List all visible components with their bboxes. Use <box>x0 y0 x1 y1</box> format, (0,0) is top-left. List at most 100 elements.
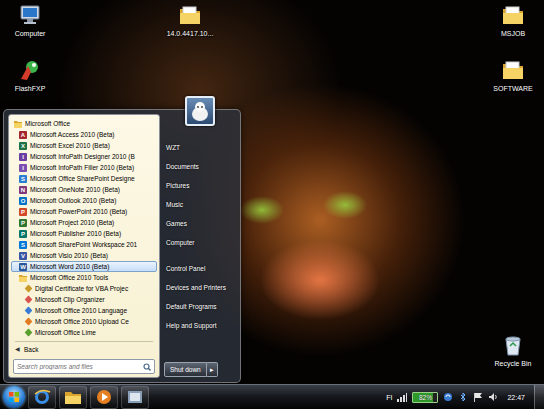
program-label: Microsoft Visio 2010 (Beta) <box>30 251 108 260</box>
program-label: Microsoft Excel 2010 (Beta) <box>30 141 110 150</box>
windows-logo-icon <box>9 392 19 402</box>
clock[interactable]: 22:47 <box>507 393 525 402</box>
start-button[interactable] <box>3 386 25 408</box>
desktop-icon-label: 14.0.4417.10... <box>167 29 214 38</box>
program-item[interactable]: WMicrosoft Word 2010 (Beta) <box>11 261 157 272</box>
program-icon: V <box>19 252 27 260</box>
program-item[interactable]: Microsoft Office Lime <box>11 327 157 338</box>
search-input[interactable] <box>17 362 143 371</box>
desktop-icon[interactable]: Recycle Bin <box>486 333 540 368</box>
taskbar-button[interactable] <box>28 386 56 409</box>
program-item[interactable]: NMicrosoft OneNote 2010 (Beta) <box>11 184 157 195</box>
program-item[interactable]: Digital Certificate for VBA Projec <box>11 283 157 294</box>
flashfxp-icon <box>18 58 42 82</box>
desktop-icon[interactable]: SOFTWARE <box>486 58 540 93</box>
taskbar-button[interactable] <box>121 386 149 409</box>
program-label: Microsoft Office 2010 Language <box>35 306 127 315</box>
program-icon-holder: X <box>19 142 27 150</box>
desktop-icon-label: Recycle Bin <box>495 359 532 368</box>
program-icon: S <box>19 241 27 249</box>
places-label: Documents <box>166 162 199 171</box>
places-item[interactable]: Games <box>160 214 240 233</box>
start-menu: Microsoft OfficeAMicrosoft Access 2010 (… <box>3 109 241 383</box>
program-label: Microsoft InfoPath Designer 2010 (B <box>30 152 135 161</box>
back-arrow-icon: ◀ <box>15 345 20 354</box>
program-icon-letter: V <box>21 252 25 260</box>
program-folder[interactable]: Microsoft Office 2010 Tools <box>11 272 157 283</box>
desktop-icon[interactable]: Computer <box>3 3 57 38</box>
places-panel: WZT Documents Pictures Music Games Computer Co… <box>160 114 240 378</box>
back-button[interactable]: ◀Back <box>9 344 159 355</box>
places-label: Default Programs <box>166 302 217 311</box>
program-icon-holder <box>19 274 27 282</box>
program-item[interactable]: AMicrosoft Access 2010 (Beta) <box>11 129 157 140</box>
places-item[interactable]: Devices and Printers <box>160 278 240 297</box>
places-item[interactable]: Control Panel <box>160 259 240 278</box>
program-icon-letter: S <box>21 175 25 183</box>
places-item[interactable]: Pictures <box>160 176 240 195</box>
program-folder[interactable]: Microsoft Office <box>11 118 157 129</box>
program-item[interactable]: P Microsoft Publisher 2010 (Beta) <box>11 228 157 239</box>
program-icon: P <box>19 230 27 238</box>
program-label: Microsoft Access 2010 (Beta) <box>30 130 115 139</box>
shutdown-button[interactable]: Shut down <box>164 362 207 377</box>
program-item[interactable]: V Microsoft Visio 2010 (Beta) <box>11 250 157 261</box>
program-item[interactable]: PMicrosoft Project 2010 (Beta) <box>11 217 157 228</box>
places-group: WZT Documents Pictures Music Games Computer <box>160 138 240 252</box>
program-label: Microsoft SharePoint Workspace 201 <box>30 240 137 249</box>
magnifier-icon <box>143 363 151 371</box>
program-icon-letter: P <box>21 230 25 238</box>
desktop-icon[interactable]: 14.0.4417.10... <box>155 3 225 38</box>
places-group: Control PanelDevices and Printers Default… <box>160 259 240 335</box>
program-label: Microsoft Office <box>25 119 70 128</box>
desktop-icon-label: MSJOB <box>501 29 525 38</box>
places-label: Music <box>166 200 183 209</box>
places-item[interactable]: Default Programs <box>160 297 240 316</box>
separator <box>15 341 153 342</box>
program-icon: P <box>19 219 27 227</box>
program-item[interactable]: OMicrosoft Outlook 2010 (Beta) <box>11 195 157 206</box>
program-item[interactable]: PMicrosoft PowerPoint 2010 (Beta) <box>11 206 157 217</box>
shutdown-arrow-button[interactable]: ▸ <box>207 362 218 377</box>
program-item[interactable]: IMicrosoft InfoPath Filler 2010 (Beta) <box>11 162 157 173</box>
program-label: Microsoft Office 2010 Tools <box>30 273 108 282</box>
program-label: Microsoft Office SharePoint Designe <box>30 174 135 183</box>
program-item[interactable]: S Microsoft Office SharePoint Designe <box>11 173 157 184</box>
battery-meter[interactable]: 82% <box>412 392 438 403</box>
desktop-icon-label: SOFTWARE <box>493 84 532 93</box>
program-item[interactable]: Microsoft Office 2010 Upload Ce <box>11 316 157 327</box>
program-icon: X <box>19 142 27 150</box>
program-item[interactable]: Microsoft Office 2010 Language <box>11 305 157 316</box>
program-icon: S <box>19 175 27 183</box>
desktop-icon[interactable]: FlashFXP <box>3 58 57 93</box>
places-item[interactable]: Computer <box>160 233 240 252</box>
program-label: Microsoft Publisher 2010 (Beta) <box>30 229 121 238</box>
program-icon-holder: P <box>19 219 27 227</box>
shutdown-arrow-icon: ▸ <box>210 365 214 374</box>
recycle-bin-icon <box>501 333 525 357</box>
places-label: Games <box>166 219 187 228</box>
computer-icon <box>18 3 42 27</box>
places-item[interactable]: Music <box>160 195 240 214</box>
places-label: WZT <box>166 143 180 152</box>
program-item[interactable]: SMicrosoft SharePoint Workspace 201 <box>11 239 157 250</box>
show-desktop-button[interactable] <box>534 385 544 409</box>
taskbar-button[interactable] <box>90 386 118 409</box>
program-item[interactable]: Microsoft Clip Organizer <box>11 294 157 305</box>
taskbar-button[interactable] <box>59 386 87 409</box>
program-item[interactable]: XMicrosoft Excel 2010 (Beta) <box>11 140 157 151</box>
network-icon <box>397 392 407 402</box>
program-icon-letter: O <box>21 197 26 205</box>
program-item[interactable]: IMicrosoft InfoPath Designer 2010 (B <box>11 151 157 162</box>
program-icon-letter: P <box>21 219 25 227</box>
places-item[interactable]: Documents <box>160 157 240 176</box>
places-item[interactable]: WZT <box>160 138 240 157</box>
program-icon-holder: A <box>19 131 27 139</box>
places-item[interactable]: Help and Support <box>160 316 240 335</box>
language-indicator[interactable]: FI <box>386 393 392 402</box>
program-icon: I <box>19 153 27 161</box>
media-player-icon <box>95 388 113 406</box>
program-icon-letter: P <box>21 208 25 216</box>
flag-icon <box>473 392 483 402</box>
desktop-icon[interactable]: MSJOB <box>486 3 540 38</box>
